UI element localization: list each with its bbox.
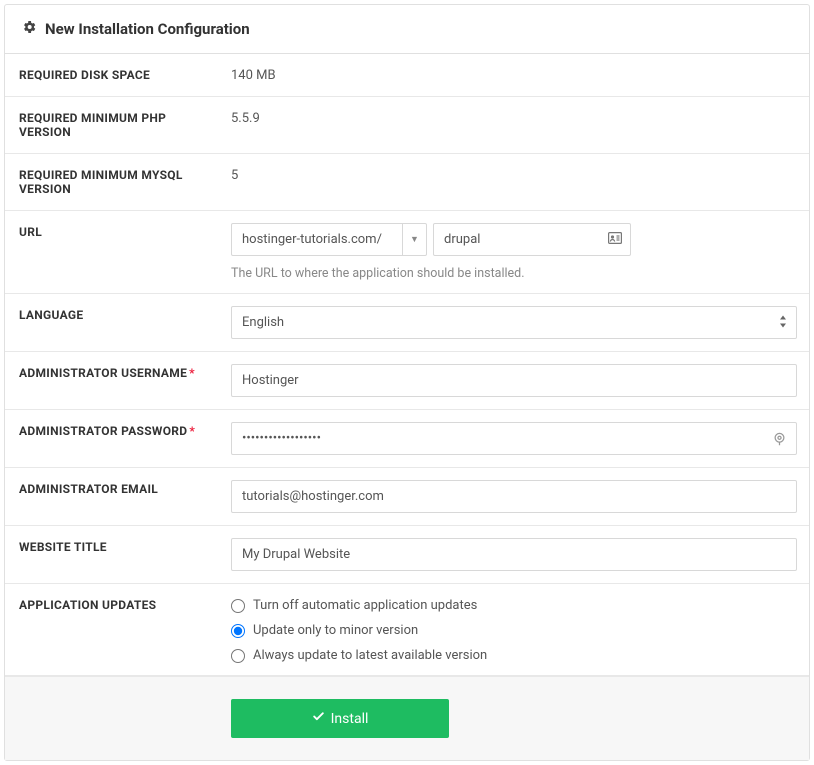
updates-radio-group: Turn off automatic application updates U…: [231, 596, 797, 663]
contact-card-icon: [608, 232, 622, 248]
panel-title: New Installation Configuration: [45, 20, 250, 38]
install-button-label: Install: [331, 711, 369, 727]
label-url: URL: [5, 211, 221, 293]
url-domain-dropdown[interactable]: hostinger-tutorials.com/ ▼: [231, 223, 427, 256]
required-star: *: [189, 366, 195, 380]
row-admin-email: Administrator Email: [5, 468, 809, 526]
row-disk-space: Required Disk Space 140 MB: [5, 54, 809, 97]
required-star: *: [189, 424, 195, 438]
radio-label-minor[interactable]: Update only to minor version: [253, 623, 418, 638]
radio-updates-minor[interactable]: [231, 624, 245, 638]
check-icon: [312, 710, 325, 727]
row-updates: Application Updates Turn off automatic a…: [5, 584, 809, 676]
row-admin-pass: Administrator Password*: [5, 410, 809, 468]
label-admin-user: Administrator Username*: [5, 352, 221, 409]
admin-email-input[interactable]: [231, 480, 797, 513]
caret-down-icon: ▼: [402, 224, 426, 255]
url-path-input[interactable]: [444, 232, 608, 247]
config-panel: New Installation Configuration Required …: [4, 4, 810, 761]
url-help-text: The URL to where the application should …: [231, 266, 797, 281]
value-php: 5.5.9: [221, 97, 809, 153]
label-language: Language: [5, 294, 221, 351]
key-icon[interactable]: [772, 431, 787, 446]
label-admin-pass: Administrator Password*: [5, 410, 221, 467]
admin-username-input[interactable]: [231, 364, 797, 397]
label-site-title: Website Title: [5, 526, 221, 583]
label-updates: Application Updates: [5, 584, 221, 675]
admin-password-input[interactable]: [231, 422, 797, 455]
label-admin-email: Administrator Email: [5, 468, 221, 525]
website-title-input[interactable]: [231, 538, 797, 571]
gears-icon: [21, 19, 37, 39]
language-select[interactable]: English: [231, 306, 797, 339]
row-php: Required Minimum PHP Version 5.5.9: [5, 97, 809, 154]
install-button[interactable]: Install: [231, 699, 449, 738]
radio-updates-latest[interactable]: [231, 649, 245, 663]
value-disk-space: 140 MB: [221, 54, 809, 96]
label-mysql: Required Minimum MySQL Version: [5, 154, 221, 210]
panel-footer: Install: [5, 676, 809, 760]
radio-label-off[interactable]: Turn off automatic application updates: [253, 598, 477, 613]
value-mysql: 5: [221, 154, 809, 210]
row-mysql: Required Minimum MySQL Version 5: [5, 154, 809, 211]
row-site-title: Website Title: [5, 526, 809, 584]
panel-header: New Installation Configuration: [5, 5, 809, 54]
url-domain-text: hostinger-tutorials.com/: [232, 224, 402, 255]
row-language: Language English: [5, 294, 809, 352]
row-url: URL hostinger-tutorials.com/ ▼ The URL t…: [5, 211, 809, 294]
label-php: Required Minimum PHP Version: [5, 97, 221, 153]
row-admin-user: Administrator Username*: [5, 352, 809, 410]
label-disk-space: Required Disk Space: [5, 54, 221, 96]
radio-updates-off[interactable]: [231, 599, 245, 613]
